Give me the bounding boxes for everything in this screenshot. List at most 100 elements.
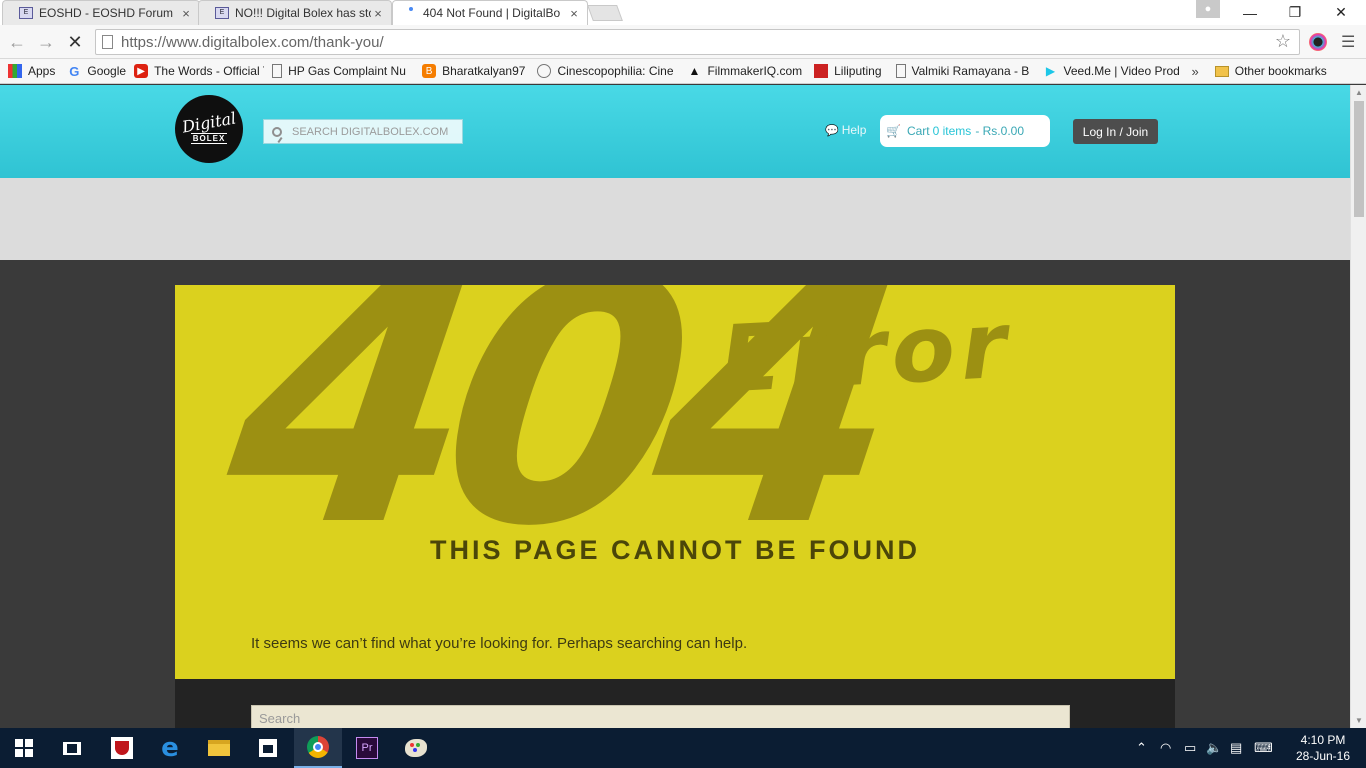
graduation-cap-icon: ▲ <box>688 64 701 78</box>
other-bookmarks[interactable]: Other bookmarks <box>1214 61 1327 81</box>
clock-time: 4:10 PM <box>1300 733 1346 747</box>
bookmark-label: The Words - Official T <box>154 64 265 78</box>
page-icon <box>102 35 113 49</box>
liliputing-icon <box>814 64 829 78</box>
bookmark-label: Apps <box>28 64 56 78</box>
close-icon[interactable]: × <box>371 6 385 21</box>
bookmark-star-icon[interactable]: ☆ <box>1275 31 1291 52</box>
bookmark-label: Cinescopophilia: Cine <box>557 64 674 78</box>
taskbar-mcafee[interactable] <box>98 728 146 768</box>
address-bar[interactable]: https://www.digitalbolex.com/thank-you/ … <box>95 29 1300 55</box>
browser-tab-strip: E EOSHD - EOSHD Forum × E NO!!! Digital … <box>0 0 1366 25</box>
page-scrollbar[interactable]: ▲ ▼ <box>1350 85 1366 728</box>
tab-title: 404 Not Found | DigitalBo <box>423 6 561 20</box>
bookmark-liliputing[interactable]: Liliputing <box>814 61 882 81</box>
system-clock[interactable]: 4:10 PM 28-Jun-16 <box>1290 732 1356 764</box>
bookmark-veed-me[interactable]: ▶ Veed.Me | Video Prod <box>1044 61 1180 81</box>
cart-total: - Rs.0.00 <box>975 124 1024 138</box>
bookmark-bharatkalyan[interactable]: B Bharatkalyan97 <box>422 61 525 81</box>
show-hidden-icons-chevron[interactable]: ⌃ <box>1136 728 1147 768</box>
minimize-button[interactable]: — <box>1227 0 1273 25</box>
cart-button[interactable]: 🛒 Cart 0 items - Rs.0.00 <box>880 115 1050 147</box>
page-icon <box>272 64 283 78</box>
chrome-icon <box>307 736 329 758</box>
restore-button[interactable]: ❐ <box>1272 0 1318 25</box>
cinescopophilia-icon <box>537 64 552 78</box>
bookmark-cinescopophilia[interactable]: Cinescopophilia: Cine <box>537 61 673 81</box>
error-panel: 404 Error THIS PAGE CANNOT BE FOUND It s… <box>175 285 1175 679</box>
bookmark-apps[interactable]: Apps <box>8 61 55 81</box>
user-profile-icon[interactable]: ● <box>1196 0 1220 18</box>
blogger-icon: B <box>422 64 437 78</box>
bookmark-label: Other bookmarks <box>1234 64 1327 78</box>
stop-loading-icon[interactable]: ✕ <box>64 31 86 53</box>
bookmark-the-words[interactable]: ▶ The Words - Official T <box>134 61 264 81</box>
bookmark-google[interactable]: G Google <box>67 61 126 81</box>
youtube-icon: ▶ <box>134 64 149 78</box>
search-icon <box>272 126 282 137</box>
keyboard-icon[interactable]: ⌨ <box>1254 728 1273 768</box>
taskbar-premiere[interactable]: Pr <box>343 728 391 768</box>
bookmark-label: HP Gas Complaint Nu <box>288 64 406 78</box>
digital-bolex-logo[interactable]: Digital BOLEX <box>175 95 243 163</box>
tab-404-not-found[interactable]: 404 Not Found | DigitalBo × <box>392 0 588 25</box>
bookmark-label: Bharatkalyan97 <box>442 64 526 78</box>
site-search-input[interactable]: SEARCH DIGITALBOLEX.COM <box>263 119 463 144</box>
error-search-input[interactable]: Search <box>251 705 1070 728</box>
taskbar-edge[interactable]: e <box>146 728 194 768</box>
tab-eoshd-forum[interactable]: E EOSHD - EOSHD Forum × <box>2 0 200 25</box>
bookmarks-overflow-chevron[interactable]: » <box>1192 64 1199 79</box>
banner-placeholder <box>0 178 1350 260</box>
window-close-button[interactable]: ✕ <box>1318 0 1364 25</box>
bookmark-valmiki-ramayana[interactable]: Valmiki Ramayana - B <box>895 61 1034 81</box>
windows-taskbar: e Pr ⌃ ◠ ▭ 🔈 ▤ ⌨ 4:10 PM 28-Jun-16 <box>0 728 1366 768</box>
site-header: Digital BOLEX SEARCH DIGITALBOLEX.COM 💬 … <box>0 85 1350 178</box>
site-search-placeholder: SEARCH DIGITALBOLEX.COM <box>292 125 449 138</box>
folder-icon <box>1214 65 1229 77</box>
tab-digital-bolex-news[interactable]: E NO!!! Digital Bolex has sto × <box>198 0 392 25</box>
new-tab-button[interactable] <box>587 5 623 21</box>
store-icon <box>259 739 277 757</box>
bookmark-label: FilmmakerIQ.com <box>707 64 803 78</box>
google-icon: G <box>69 63 80 79</box>
forward-arrow-icon[interactable]: → <box>35 31 57 53</box>
taskbar-store[interactable] <box>244 728 292 768</box>
bookmark-hp-gas[interactable]: HP Gas Complaint Nu <box>272 61 414 81</box>
battery-icon[interactable]: ▭ <box>1184 728 1196 768</box>
page-viewport: Digital BOLEX SEARCH DIGITALBOLEX.COM 💬 … <box>0 85 1350 728</box>
scroll-up-arrow-icon[interactable]: ▲ <box>1355 88 1363 97</box>
apps-grid-icon <box>8 64 22 78</box>
start-button[interactable] <box>0 728 48 768</box>
chrome-menu-icon[interactable]: ☰ <box>1341 32 1355 52</box>
paint-icon <box>405 739 427 757</box>
bookmarks-bar: Apps G Google ▶ The Words - Official T H… <box>0 59 1366 84</box>
login-join-button[interactable]: Log In / Join <box>1073 119 1158 144</box>
close-icon[interactable]: × <box>179 6 193 21</box>
taskbar-file-explorer[interactable] <box>195 728 243 768</box>
tab-title: EOSHD - EOSHD Forum <box>39 6 174 20</box>
file-explorer-icon <box>208 740 230 756</box>
bookmark-label: Liliputing <box>834 64 882 78</box>
taskbar-paint[interactable] <box>392 728 440 768</box>
edge-icon: e <box>161 733 179 763</box>
speech-bubble-icon: 💬 <box>825 124 839 137</box>
volume-icon[interactable]: 🔈 <box>1206 728 1222 768</box>
action-center-icon[interactable]: ▤ <box>1230 728 1242 768</box>
scroll-down-arrow-icon[interactable]: ▼ <box>1355 716 1363 725</box>
taskbar-chrome[interactable] <box>294 728 342 768</box>
wifi-icon[interactable]: ◠ <box>1160 728 1171 768</box>
error-word-graphic: Error <box>717 291 1015 414</box>
bookmark-filmmakeriq[interactable]: ▲ FilmmakerIQ.com <box>687 61 803 81</box>
extension-icon[interactable] <box>1309 33 1327 51</box>
windows-logo-icon <box>15 739 33 757</box>
cart-item-count: 0 items <box>932 124 972 138</box>
cart-label: Cart <box>906 124 930 138</box>
close-icon[interactable]: × <box>567 6 581 21</box>
help-link[interactable]: 💬 Help <box>825 123 866 137</box>
browser-toolbar: ← → ✕ https://www.digitalbolex.com/thank… <box>0 25 1366 59</box>
task-view-button[interactable] <box>48 728 96 768</box>
url-path: /thank-you/ <box>309 33 384 51</box>
page-icon <box>895 64 906 78</box>
back-arrow-icon[interactable]: ← <box>6 31 28 53</box>
scrollbar-thumb[interactable] <box>1354 101 1364 217</box>
